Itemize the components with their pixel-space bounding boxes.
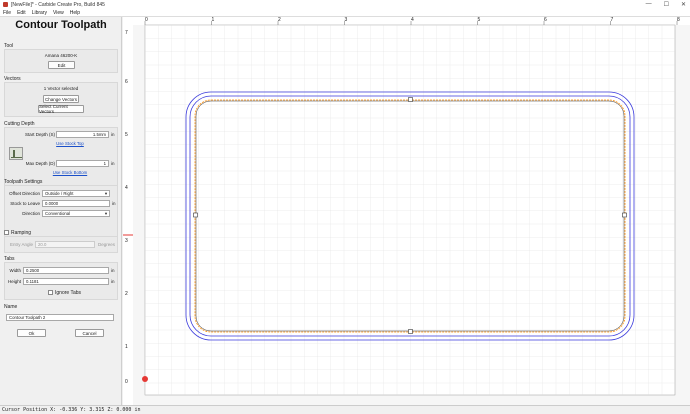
ruler-left-label: 2 — [125, 291, 128, 297]
chevron-down-icon: ▾ — [104, 190, 107, 196]
ruler-top-label: 5 — [478, 17, 481, 23]
tabs-section: Width 0.2500 in Height 0.1181 in Ignore … — [4, 262, 118, 300]
start-depth-unit: in — [111, 132, 115, 137]
direction-select[interactable]: Conventional ▾ — [42, 210, 110, 217]
tab-height-label: Height — [7, 279, 21, 284]
ruler-top-label: 0 — [145, 17, 148, 23]
tab-width-input[interactable]: 0.2500 — [23, 267, 109, 274]
direction-label: Direction — [22, 211, 40, 216]
title-bar: [NewFile]* - Carbide Create Pro, Build 8… — [0, 0, 690, 9]
vectors-section: 1 Vector selected Change Vectors Select … — [4, 82, 118, 117]
tab-height-unit: in — [111, 279, 115, 284]
ruler-left-label: 4 — [125, 185, 128, 191]
ignore-tabs-checkbox[interactable] — [48, 290, 53, 295]
vectors-selected-text: 1 Vector selected — [43, 86, 79, 91]
max-depth-unit: in — [111, 161, 115, 166]
menu-library[interactable]: Library — [32, 10, 47, 16]
direction-value: Conventional — [45, 211, 71, 216]
entry-angle-input: 20.0 — [35, 241, 95, 248]
ramping-section: Entry Angle 20.0 Degrees — [4, 236, 118, 253]
panel-title: Contour Toolpath — [15, 19, 107, 31]
ruler-top-label: 6 — [544, 17, 547, 23]
ruler-left-label: 0 — [125, 379, 128, 385]
offset-direction-select[interactable]: Outside / Right ▾ — [42, 190, 110, 197]
app-icon — [3, 2, 8, 7]
ruler-left-label: 6 — [125, 79, 128, 85]
edit-tool-button[interactable]: Edit — [48, 61, 75, 69]
ruler-top — [123, 17, 690, 25]
ruler-top-label: 4 — [411, 17, 414, 23]
minimize-button[interactable]: — — [646, 1, 652, 8]
ruler-left-label: 7 — [125, 30, 128, 36]
menu-file[interactable]: File — [3, 10, 11, 16]
status-bar: Cursor Position X: -0.336 Y: 3.315 Z: 0.… — [0, 405, 690, 414]
menu-help[interactable]: Help — [70, 10, 80, 16]
offset-direction-label: Offset Direction — [9, 191, 40, 196]
close-button[interactable]: ✕ — [681, 1, 686, 8]
tab-marker-right — [622, 212, 627, 218]
ruler-top-label: 7 — [611, 17, 614, 23]
window-title: [NewFile]* - Carbide Create Pro, Build 8… — [11, 1, 105, 8]
entry-angle-label: Entry Angle — [9, 242, 33, 247]
change-vectors-button[interactable]: Change Vectors — [43, 95, 79, 103]
ruler-left-label: 3 — [125, 238, 128, 244]
grid — [145, 25, 675, 395]
depth-diagram-icon — [9, 147, 23, 160]
name-section-label: Name — [4, 304, 18, 310]
chevron-down-icon: ▾ — [104, 210, 107, 216]
use-stock-top-link[interactable]: Use Stock Top — [45, 141, 95, 146]
ok-button[interactable]: Ok — [17, 329, 46, 337]
design-canvas[interactable]: 0 1 2 3 4 5 6 7 8 7 6 5 4 3 2 1 0 — [123, 17, 690, 405]
offset-direction-value: Outside / Right — [45, 191, 74, 196]
menu-bar: File Edit Library View Help — [0, 9, 690, 17]
use-stock-bottom-link[interactable]: Use Stock Bottom — [42, 170, 98, 175]
cursor-position-text: Cursor Position X: -0.336 Y: 3.315 Z: 0.… — [2, 407, 141, 413]
tool-section: Amana 46200-K Edit — [4, 49, 118, 73]
ruler-top-label: 1 — [212, 17, 215, 23]
cancel-button[interactable]: Cancel — [75, 329, 104, 337]
ruler-top-label: 2 — [278, 17, 281, 23]
ramping-checkbox[interactable] — [4, 230, 9, 235]
tab-marker-left — [193, 212, 198, 218]
ignore-tabs-label: Ignore Tabs — [55, 290, 82, 296]
toolpath-panel: Contour Toolpath Tool Amana 46200-K Edit… — [0, 17, 122, 405]
ruler-top-label: 8 — [677, 17, 680, 23]
ruler-left-label: 1 — [125, 344, 128, 350]
tool-name: Amana 46200-K — [44, 53, 78, 58]
tab-width-label: Width — [9, 268, 21, 273]
start-depth-input[interactable]: 1.5mm — [56, 131, 109, 138]
tab-width-unit: in — [111, 268, 115, 273]
tab-marker-top — [408, 97, 413, 102]
entry-angle-unit: Degrees — [98, 242, 116, 247]
stock-to-leave-unit: in — [112, 201, 116, 206]
maximize-button[interactable]: ☐ — [664, 1, 669, 8]
menu-edit[interactable]: Edit — [17, 10, 26, 16]
max-depth-input[interactable]: 1 — [56, 160, 109, 167]
max-depth-label: Max Depth (D) — [25, 161, 55, 166]
stock-to-leave-label: Stock to Leave — [10, 201, 40, 206]
tab-marker-bottom — [408, 329, 413, 334]
ruler-left-label: 5 — [125, 132, 128, 138]
origin-marker — [142, 376, 148, 382]
window-controls: — ☐ ✕ — [646, 1, 686, 8]
select-current-vectors-button[interactable]: Select Current Vectors — [38, 104, 84, 114]
canvas-svg: 0 1 2 3 4 5 6 7 8 7 6 5 4 3 2 1 0 — [123, 17, 690, 405]
tab-height-input[interactable]: 0.1181 — [23, 278, 109, 285]
ruler-top-label: 3 — [345, 17, 348, 23]
toolpath-name-input[interactable]: Contour Toolpath 2 — [6, 314, 114, 321]
start-depth-label: Start Depth (S) — [24, 132, 55, 137]
menu-view[interactable]: View — [53, 10, 64, 16]
stock-to-leave-input[interactable]: 0.0000 — [42, 200, 110, 207]
